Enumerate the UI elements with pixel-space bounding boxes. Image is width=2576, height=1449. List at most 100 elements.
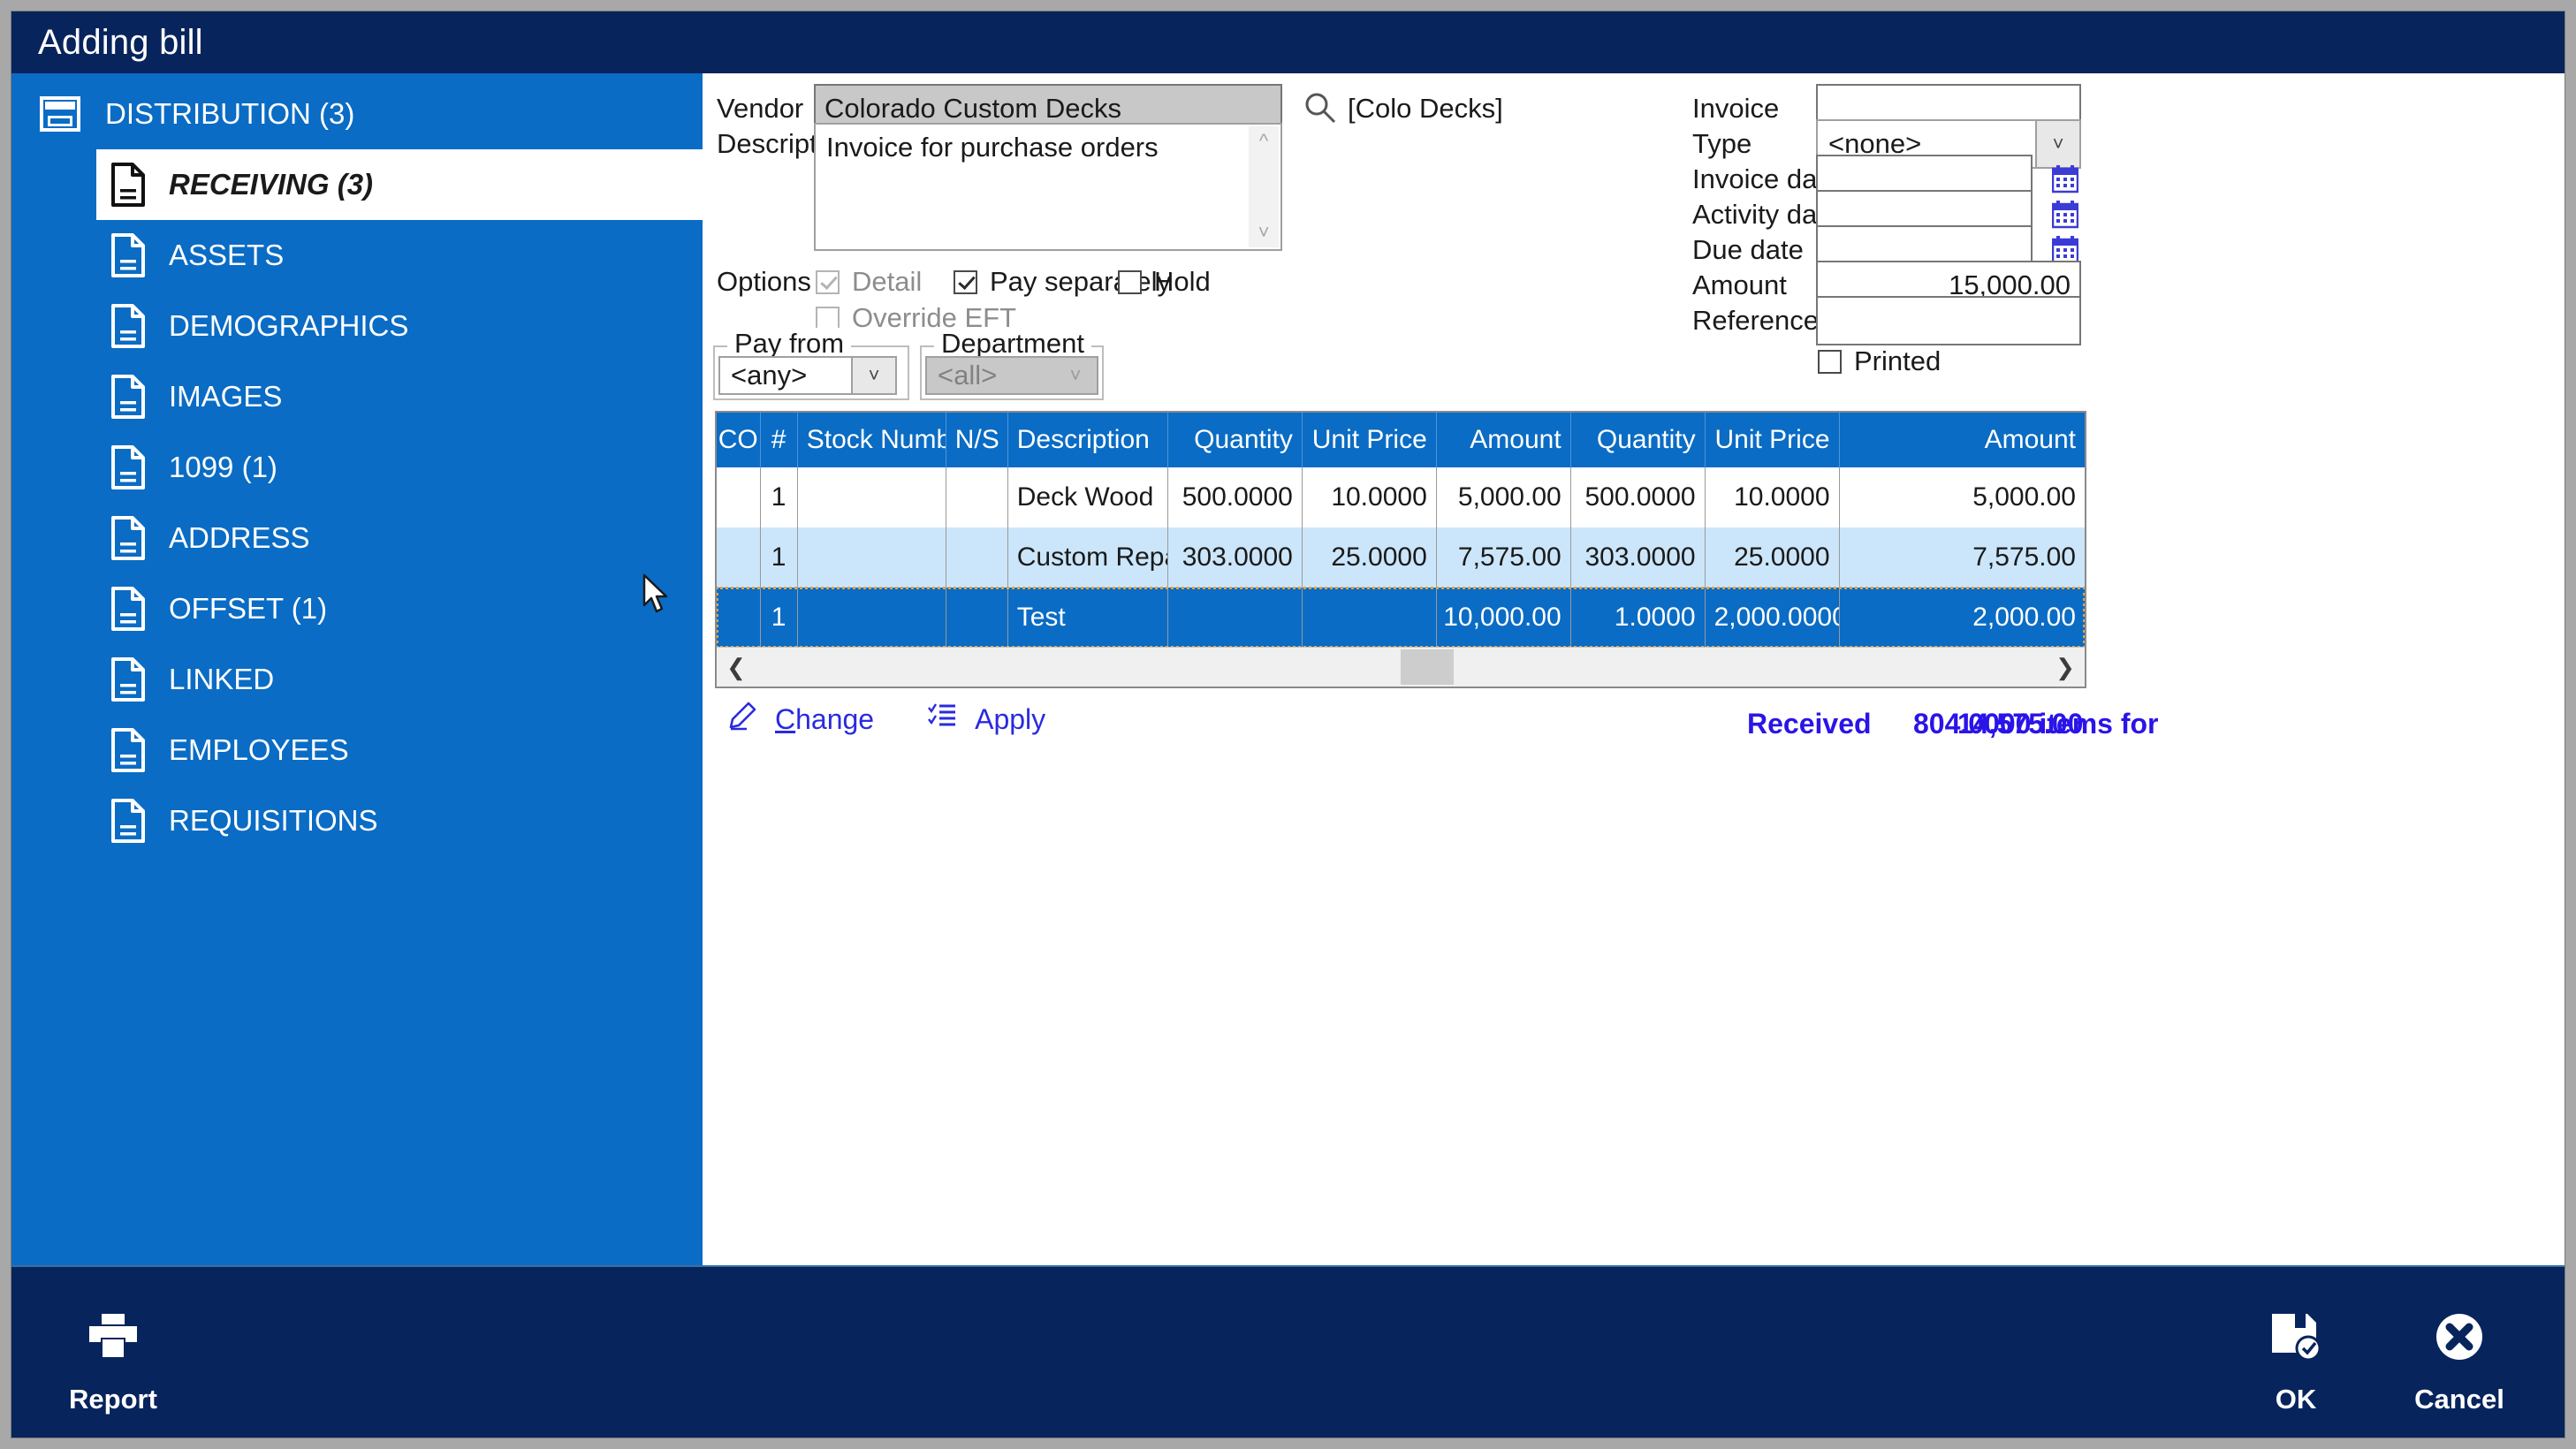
- cell-amount2: 2,000.00: [1840, 588, 2085, 648]
- grid-col-stock[interactable]: Stock Number: [798, 413, 946, 467]
- hold-label: Hold: [1154, 266, 1211, 298]
- search-icon[interactable]: [1303, 91, 1337, 125]
- cancel-button[interactable]: Cancel: [2367, 1304, 2552, 1415]
- sidebar-item-label: IMAGES: [169, 380, 282, 413]
- sidebar-item-employees[interactable]: EMPLOYEES: [11, 715, 703, 785]
- due-date-label: Due date: [1692, 234, 1804, 266]
- grid-col-amount1[interactable]: Amount: [1437, 413, 1571, 467]
- table-row[interactable]: 1 Deck Wood 500.0000 10.0000 5,000.00 50…: [717, 467, 2085, 527]
- cell-ns: [946, 588, 1008, 648]
- change-label: Change: [775, 703, 874, 736]
- pencil-icon: [727, 701, 757, 738]
- chevron-down-icon[interactable]: ˅: [851, 358, 895, 393]
- cell-co: [717, 527, 761, 588]
- calendar-icon[interactable]: [2052, 201, 2078, 229]
- cell-qty2: 303.0000: [1571, 527, 1706, 588]
- grid-col-price2[interactable]: Unit Price: [1706, 413, 1840, 467]
- printed-checkbox[interactable]: [1818, 350, 1842, 374]
- cell-qty1: 500.0000: [1168, 467, 1303, 527]
- type-label: Type: [1692, 128, 1752, 160]
- grid-horizontal-scrollbar[interactable]: ❮ ❯: [717, 647, 2085, 687]
- detail-label: Detail: [852, 266, 922, 298]
- window-icon: [40, 96, 80, 132]
- pay-from-value: <any>: [720, 360, 851, 391]
- description-text: Invoice for purchase orders: [826, 132, 1159, 163]
- invoice-label: Invoice: [1692, 93, 1779, 125]
- sidebar-item-demographics[interactable]: DEMOGRAPHICS: [11, 291, 703, 361]
- scrollbar-thumb[interactable]: [1401, 649, 1454, 685]
- detail-checkbox[interactable]: [816, 270, 840, 294]
- cell-amount1: 5,000.00: [1437, 467, 1571, 527]
- cell-desc: Deck Wood: [1008, 467, 1168, 527]
- scroll-up-icon[interactable]: ^: [1259, 126, 1268, 156]
- line-items-grid[interactable]: CO # Stock Number N/S Description Quanti…: [715, 411, 2086, 688]
- grid-col-amount2[interactable]: Amount: [1840, 413, 2085, 467]
- sidebar-item-label: 1099 (1): [169, 451, 277, 484]
- cell-qty2: 1.0000: [1571, 588, 1706, 648]
- sidebar-root-distribution[interactable]: DISTRIBUTION (3): [11, 79, 703, 149]
- cell-num: 1: [761, 467, 798, 527]
- document-icon: [110, 587, 146, 631]
- close-icon: [2367, 1304, 2552, 1369]
- scroll-left-icon[interactable]: ❮: [717, 654, 756, 681]
- document-icon: [110, 657, 146, 702]
- hold-checkbox[interactable]: [1118, 270, 1142, 294]
- cell-num: 1: [761, 527, 798, 588]
- calendar-icon[interactable]: [2052, 165, 2078, 193]
- printed-checkbox-row[interactable]: Printed: [1818, 345, 1941, 377]
- pay-from-select[interactable]: <any> ˅: [718, 356, 897, 395]
- scroll-down-icon[interactable]: ˅: [1258, 217, 1270, 247]
- cell-stock: [798, 588, 946, 648]
- chevron-down-icon: ˅: [1054, 358, 1097, 393]
- document-icon: [110, 375, 146, 419]
- sidebar-item-images[interactable]: IMAGES: [11, 361, 703, 432]
- sidebar-item-1099[interactable]: 1099 (1): [11, 432, 703, 503]
- grid-col-qty2[interactable]: Quantity: [1571, 413, 1706, 467]
- document-icon: [110, 233, 146, 277]
- table-row[interactable]: 1 Test 10,000.00 1.0000 2,000.0000 2,000…: [717, 588, 2085, 648]
- reference-field[interactable]: [1816, 296, 2081, 345]
- vendor-label: Vendor: [717, 93, 803, 125]
- sidebar-item-label: ADDRESS: [169, 521, 310, 555]
- grid-col-desc[interactable]: Description: [1008, 413, 1168, 467]
- ok-button[interactable]: OK: [2203, 1304, 2389, 1415]
- sidebar-item-address[interactable]: ADDRESS: [11, 503, 703, 573]
- sidebar-item-label: RECEIVING (3): [169, 168, 373, 201]
- ok-label: OK: [2203, 1384, 2389, 1415]
- grid-col-price1[interactable]: Unit Price: [1303, 413, 1437, 467]
- grid-col-ns[interactable]: N/S: [946, 413, 1008, 467]
- cell-price2: 25.0000: [1706, 527, 1840, 588]
- hold-checkbox-row[interactable]: Hold: [1118, 266, 1211, 298]
- grid-col-num[interactable]: #: [761, 413, 798, 467]
- table-row[interactable]: 1 Custom Repairs 303.0000 25.0000 7,575.…: [717, 527, 2085, 588]
- cell-ns: [946, 467, 1008, 527]
- document-icon: [110, 799, 146, 843]
- pay-separately-checkbox[interactable]: [954, 270, 977, 294]
- cell-ns: [946, 527, 1008, 588]
- change-button[interactable]: Change: [727, 701, 874, 738]
- window-title: Adding bill: [38, 23, 203, 63]
- scroll-right-icon[interactable]: ❯: [2046, 654, 2085, 681]
- sidebar-item-label: ASSETS: [169, 239, 284, 272]
- chevron-down-icon[interactable]: ˅: [2035, 121, 2079, 167]
- cell-price2: 2,000.0000: [1706, 588, 1840, 648]
- grid-col-qty1[interactable]: Quantity: [1168, 413, 1303, 467]
- report-button[interactable]: Report: [20, 1304, 206, 1415]
- sidebar-item-assets[interactable]: ASSETS: [11, 220, 703, 291]
- override-eft-checkbox[interactable]: [816, 307, 840, 330]
- sidebar-item-linked[interactable]: LINKED: [11, 644, 703, 715]
- cell-price2: 10.0000: [1706, 467, 1840, 527]
- sidebar-item-offset[interactable]: OFFSET (1): [11, 573, 703, 644]
- sidebar-item-receiving[interactable]: RECEIVING (3): [96, 149, 703, 220]
- document-icon: [110, 304, 146, 348]
- scrollbar-track[interactable]: [756, 648, 2046, 687]
- grid-col-co[interactable]: CO: [717, 413, 761, 467]
- sidebar-item-requisitions[interactable]: REQUISITIONS: [11, 785, 703, 856]
- sidebar-item-label: EMPLOYEES: [169, 733, 349, 767]
- window-body: DISTRIBUTION (3) RECEIVING (3): [11, 73, 2565, 1269]
- description-field[interactable]: Invoice for purchase orders ^ ˅: [814, 123, 1282, 251]
- cell-stock: [798, 467, 946, 527]
- description-scrollbar[interactable]: ^ ˅: [1249, 126, 1279, 247]
- apply-button[interactable]: Apply: [927, 701, 1045, 738]
- detail-checkbox-row[interactable]: Detail: [816, 266, 922, 298]
